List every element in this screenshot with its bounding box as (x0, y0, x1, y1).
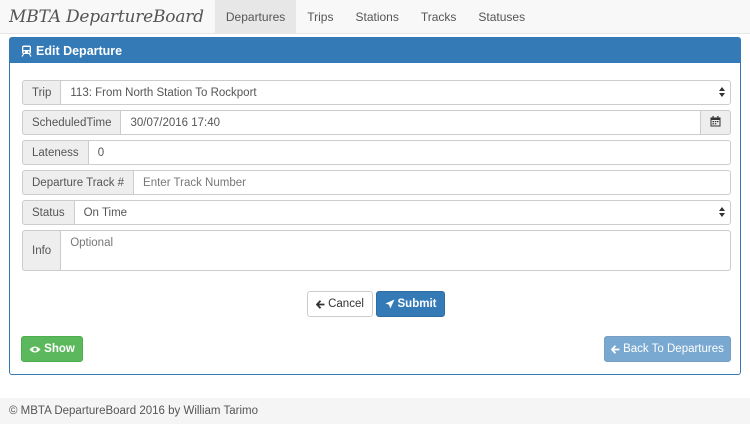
trip-label: Trip (22, 80, 61, 105)
brand-logo[interactable]: MBTA DepartureBoard (0, 0, 215, 33)
cancel-label: Cancel (328, 298, 364, 310)
trip-row: Trip 113: From North Station To Rockport (22, 80, 731, 105)
select-arrows-icon (719, 87, 725, 97)
arrow-left-icon (611, 344, 620, 354)
track-row: Departure Track # Enter Track Number (22, 170, 731, 195)
info-textarea[interactable]: Optional (60, 230, 731, 271)
back-to-departures-button[interactable]: Back To Departures (604, 336, 731, 362)
info-row: Info Optional (22, 230, 731, 271)
status-select-value: On Time (83, 206, 128, 219)
lateness-label: Lateness (22, 140, 88, 165)
info-placeholder: Optional (70, 237, 114, 249)
train-icon (21, 45, 32, 57)
lateness-value: 0 (97, 146, 105, 159)
track-label: Departure Track # (22, 170, 134, 195)
nav-item-statuses[interactable]: Statuses (467, 0, 536, 33)
send-icon (385, 299, 395, 309)
lateness-row: Lateness 0 (22, 140, 731, 165)
show-label: Show (44, 343, 75, 355)
scheduled-time-label: ScheduledTime (22, 110, 121, 135)
scheduled-time-row: ScheduledTime 30/07/2016 17:40 (22, 110, 731, 135)
trip-select[interactable]: 113: From North Station To Rockport (60, 80, 731, 105)
status-label: Status (22, 200, 74, 225)
nav-item-departures[interactable]: Departures (214, 0, 297, 33)
nav-item-tracks[interactable]: Tracks (410, 0, 468, 33)
nav-item-stations[interactable]: Stations (344, 0, 409, 33)
calendar-icon (710, 115, 721, 130)
submit-label: Submit (397, 298, 437, 310)
footer: © MBTA DepartureBoard 2016 by William Ta… (0, 398, 750, 424)
calendar-button[interactable] (701, 110, 731, 135)
panel-title: Edit Departure (36, 43, 123, 58)
main-nav: Departures Trips Stations Tracks Statuse… (214, 0, 536, 33)
scheduled-time-value: 30/07/2016 17:40 (130, 116, 221, 129)
status-row: Status On Time (22, 200, 731, 225)
back-label: Back To Departures (623, 343, 724, 355)
show-button[interactable]: Show (21, 336, 83, 362)
trip-select-value: 113: From North Station To Rockport (70, 86, 257, 99)
arrow-left-icon (316, 299, 325, 309)
lateness-input[interactable]: 0 (87, 140, 731, 165)
eye-icon (29, 345, 41, 354)
edit-departure-panel: Edit Departure Trip 113: From North Stat… (9, 37, 741, 375)
scheduled-time-input[interactable]: 30/07/2016 17:40 (120, 110, 701, 135)
track-input[interactable]: Enter Track Number (133, 170, 731, 195)
nav-item-trips[interactable]: Trips (296, 0, 344, 33)
cancel-button[interactable]: Cancel (307, 291, 373, 317)
status-select[interactable]: On Time (73, 200, 731, 225)
panel-heading: Edit Departure (10, 38, 740, 63)
track-placeholder: Enter Track Number (143, 176, 246, 189)
footer-text: © MBTA DepartureBoard 2016 by William Ta… (9, 405, 259, 417)
select-arrows-icon (719, 207, 725, 217)
submit-button[interactable]: Submit (376, 291, 445, 317)
info-label: Info (22, 230, 61, 271)
navbar: MBTA DepartureBoard Departures Trips Sta… (0, 0, 750, 34)
